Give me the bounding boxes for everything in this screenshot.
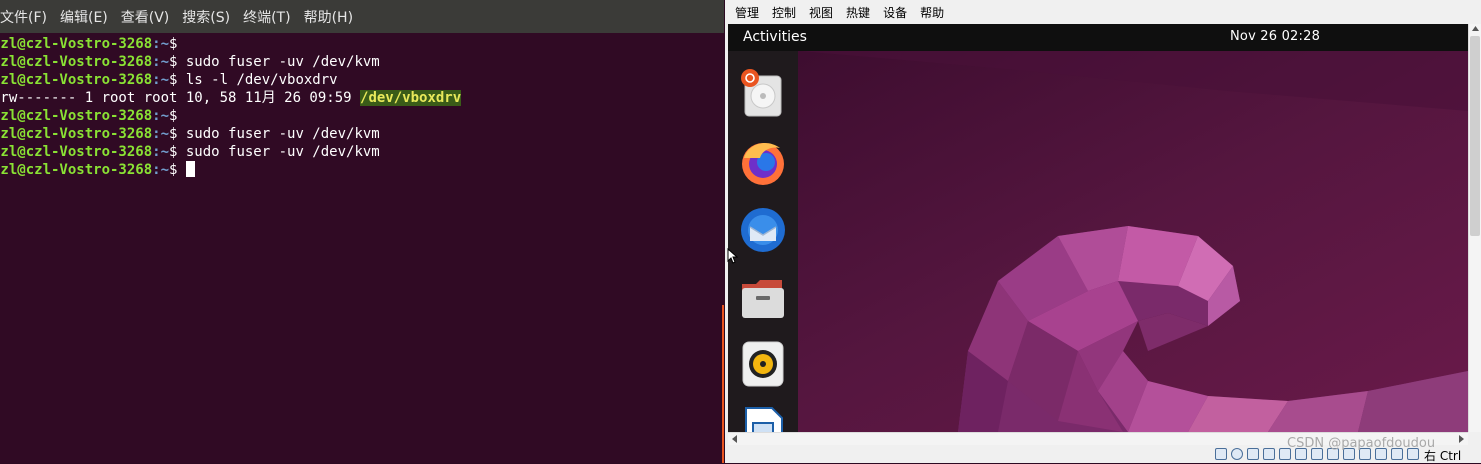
terminal-command: sudo fuser -uv /dev/kvm xyxy=(185,144,380,160)
terminal-output[interactable]: czl@czl-Vostro-3268:~$ czl@czl-Vostro-32… xyxy=(0,35,462,179)
mouse-pointer-icon xyxy=(727,248,739,264)
prompt-symbol: $ xyxy=(169,162,186,178)
prompt-path: :~ xyxy=(152,126,170,142)
prompt-user: czl@czl-Vostro-3268 xyxy=(0,72,153,88)
vbox-vertical-scrollbar[interactable] xyxy=(1468,24,1481,432)
prompt-path: :~ xyxy=(152,162,170,178)
prompt-user: czl@czl-Vostro-3268 xyxy=(0,126,153,142)
terminal-command: sudo fuser -uv /dev/kvm xyxy=(185,126,380,142)
gnome-top-bar: Activities Nov 26 02:28 xyxy=(728,24,1468,51)
dock xyxy=(728,51,798,432)
prompt-user: czl@czl-Vostro-3268 xyxy=(0,162,153,178)
virtualbox-window: 管理 控制 视图 热键 设备 帮助 Activities Nov 26 02:2… xyxy=(725,0,1481,463)
prompt-path: :~ xyxy=(152,36,170,52)
prompt-path: :~ xyxy=(152,144,170,160)
terminal-output-text: crw------- 1 root root 10, 58 11月 26 09:… xyxy=(0,90,361,106)
terminal-command: sudo fuser -uv /dev/kvm xyxy=(185,54,380,70)
terminal-menubar: 文件(F) 编辑(E) 查看(V) 搜索(S) 终端(T) 帮助(H) xyxy=(0,0,724,33)
menu-terminal[interactable]: 终端(T) xyxy=(243,7,290,27)
vbox-menu-devices[interactable]: 设备 xyxy=(883,4,907,21)
terminal-line: czl@czl-Vostro-3268:~$ ls -l /dev/vboxdr… xyxy=(0,71,461,89)
terminal-line: czl@czl-Vostro-3268:~$ sudo fuser -uv /d… xyxy=(0,143,461,161)
device-path-highlight: /dev/vboxdrv xyxy=(360,90,462,106)
network-icon[interactable] xyxy=(1263,448,1275,460)
terminal-line: crw------- 1 root root 10, 58 11月 26 09:… xyxy=(0,89,462,107)
rhythmbox-icon[interactable] xyxy=(736,337,790,391)
prompt-symbol: $ xyxy=(169,72,186,88)
libreoffice-writer-icon[interactable] xyxy=(736,404,790,432)
menu-edit[interactable]: 编辑(E) xyxy=(60,7,108,27)
prompt-path: :~ xyxy=(152,108,170,124)
terminal-line: czl@czl-Vostro-3268:~$ xyxy=(0,35,461,53)
menu-file[interactable]: 文件(F) xyxy=(0,7,47,27)
terminal-line: czl@czl-Vostro-3268:~$ xyxy=(0,107,461,125)
prompt-symbol: $ xyxy=(169,108,186,124)
desktop-wallpaper xyxy=(728,51,1468,432)
thunderbird-icon[interactable] xyxy=(736,203,790,257)
vbox-menubar: 管理 控制 视图 热键 设备 帮助 xyxy=(725,0,1481,24)
prompt-symbol: $ xyxy=(169,144,186,160)
terminal-line: czl@czl-Vostro-3268:~$ xyxy=(0,161,461,179)
vbox-menu-view[interactable]: 视图 xyxy=(809,4,833,21)
prompt-symbol: $ xyxy=(169,36,186,52)
firefox-icon[interactable] xyxy=(736,136,790,190)
prompt-user: czl@czl-Vostro-3268 xyxy=(0,108,153,124)
prompt-symbol: $ xyxy=(169,126,186,142)
terminal-line: czl@czl-Vostro-3268:~$ sudo fuser -uv /d… xyxy=(0,53,461,71)
prompt-symbol: $ xyxy=(169,54,186,70)
watermark: CSDN @papaofdoudou xyxy=(1287,436,1436,451)
vbox-menu-control[interactable]: 控制 xyxy=(772,4,796,21)
prompt-user: czl@czl-Vostro-3268 xyxy=(0,144,153,160)
menu-view[interactable]: 查看(V) xyxy=(121,7,170,27)
files-icon[interactable] xyxy=(736,270,790,324)
vbox-menu-hotkeys[interactable]: 热键 xyxy=(846,4,870,21)
vbox-menu-help[interactable]: 帮助 xyxy=(920,4,944,21)
terminal-window[interactable]: 文件(F) 编辑(E) 查看(V) 搜索(S) 终端(T) 帮助(H) czl@… xyxy=(0,0,724,463)
menu-help[interactable]: 帮助(H) xyxy=(304,7,353,27)
prompt-path: :~ xyxy=(152,72,170,88)
clock[interactable]: Nov 26 02:28 xyxy=(1230,29,1320,44)
installer-icon[interactable] xyxy=(736,69,790,123)
prompt-path: :~ xyxy=(152,54,170,70)
optical-drive-icon[interactable] xyxy=(1231,448,1243,460)
terminal-cursor xyxy=(185,161,195,177)
terminal-line: czl@czl-Vostro-3268:~$ sudo fuser -uv /d… xyxy=(0,125,461,143)
hard-disk-icon[interactable] xyxy=(1215,448,1227,460)
menu-search[interactable]: 搜索(S) xyxy=(182,7,230,27)
prompt-user: czl@czl-Vostro-3268 xyxy=(0,54,153,70)
audio-icon[interactable] xyxy=(1247,448,1259,460)
prompt-user: czl@czl-Vostro-3268 xyxy=(0,36,153,52)
terminal-command: ls -l /dev/vboxdrv xyxy=(185,72,338,88)
terminal-scrollbar[interactable] xyxy=(722,305,724,463)
vbox-menu-manage[interactable]: 管理 xyxy=(735,4,759,21)
vm-screen[interactable]: Activities Nov 26 02:28 xyxy=(728,24,1468,432)
activities-button[interactable]: Activities xyxy=(743,29,807,45)
